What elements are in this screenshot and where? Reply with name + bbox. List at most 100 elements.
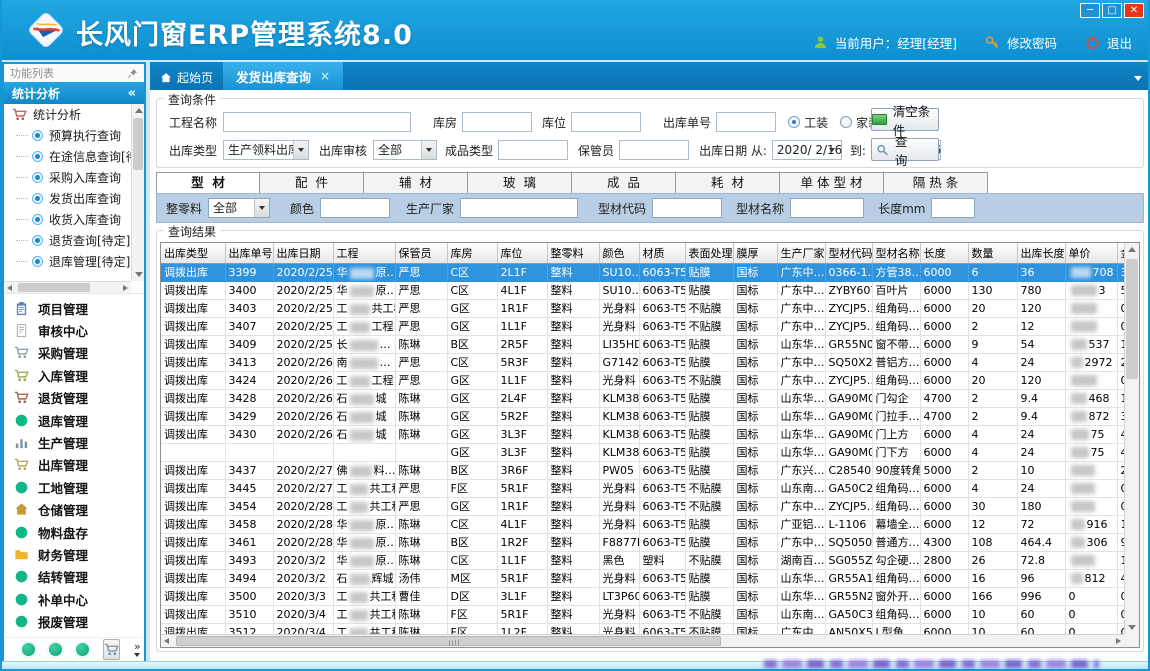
tree-item[interactable]: 收货入库查询	[4, 209, 144, 230]
column-header[interactable]: 长度	[920, 243, 968, 263]
outbound-audit-select[interactable]: 全部	[373, 140, 437, 160]
column-header[interactable]: 颜色	[599, 243, 639, 263]
location-input[interactable]	[571, 112, 641, 132]
table-row[interactable]: 调拨出库34292020/2/26石城陈琳G区5R2F整料KLM38176063…	[161, 407, 1124, 425]
material-tab-4[interactable]: 成 品	[572, 172, 676, 194]
sidebar-section[interactable]: 补单中心	[4, 588, 144, 610]
table-row[interactable]: 调拨出库34372020/2/27佛料…陈琳B区3R6F整料PW056063-T…	[161, 461, 1124, 479]
tree-item[interactable]: 预算执行查询	[4, 125, 144, 146]
keeper-input[interactable]	[619, 140, 689, 160]
table-row[interactable]: 调拨出库33992020/2/25华原…严思C区2L1F整料SU10…6063-…	[161, 263, 1124, 281]
whole-part-select[interactable]: 全部	[208, 198, 270, 218]
length-input[interactable]	[931, 198, 975, 218]
table-row[interactable]: 调拨出库34002020/2/25华原…严思C区4L1F整料SU10…6063-…	[161, 281, 1124, 299]
search-button[interactable]: 查 询	[871, 138, 939, 161]
column-header[interactable]: 库位	[497, 243, 547, 263]
sidebar-section[interactable]: 结转管理	[4, 566, 144, 588]
chevron-down-icon[interactable]	[421, 141, 436, 159]
chevron-down-icon[interactable]	[293, 141, 308, 159]
material-tab-6[interactable]: 单 体 型 材	[780, 172, 884, 194]
material-tab-5[interactable]: 耗 材	[676, 172, 780, 194]
table-row[interactable]: 调拨出库34932020/3/2华原…陈琳C区1L1F整料黑色塑料不贴膜国标湖南…	[161, 551, 1124, 569]
table-row[interactable]: 调拨出库35102020/3/4工共工程陈琳F区5R1F整料光身料6063-T5…	[161, 605, 1124, 623]
date-from-picker[interactable]: 2020/ 2/16	[772, 140, 842, 160]
table-row[interactable]: 调拨出库34452020/2/27工共工程严思F区5R1F整料光身料6063-T…	[161, 479, 1124, 497]
project-name-input[interactable]	[223, 112, 411, 132]
table-row[interactable]: 调拨出库35122020/3/4工共工程陈琳F区1L2F整料光身料6063-T5…	[161, 623, 1124, 634]
minimize-button[interactable]: ─	[1080, 3, 1100, 18]
column-header[interactable]: 整零料	[547, 243, 599, 263]
column-header[interactable]: 表面处理	[685, 243, 733, 263]
material-tab-2[interactable]: 辅 材	[364, 172, 468, 194]
overflow-control[interactable]: »	[134, 643, 141, 657]
chevron-down-icon[interactable]	[254, 199, 269, 217]
table-row[interactable]: 调拨出库34132020/2/26南…严思C区5R3F整料G714226063-…	[161, 353, 1124, 371]
material-tab-0[interactable]: 型 材	[156, 172, 260, 194]
outbound-type-select[interactable]: 生产领料出库	[223, 140, 309, 160]
profile-name-input[interactable]	[790, 198, 864, 218]
column-header[interactable]: 金额	[1117, 243, 1124, 263]
tree-horizontal-scrollbar[interactable]	[4, 281, 131, 293]
chevron-down-icon[interactable]	[826, 141, 841, 159]
warehouse-input[interactable]	[462, 112, 532, 132]
tree-item[interactable]: 发货出库查询	[4, 188, 144, 209]
quick-dot-icon[interactable]	[22, 643, 35, 656]
sidebar-section[interactable]: 财务管理	[4, 543, 144, 565]
radio-gongzhuang[interactable]: 工装	[788, 114, 828, 131]
overflow-chevrons[interactable]: »	[134, 643, 141, 651]
quick-dot-icon[interactable]	[49, 643, 62, 656]
table-row[interactable]: 调拨出库34282020/2/26石城陈琳G区2L4F整料KLM38176063…	[161, 389, 1124, 407]
material-tab-1[interactable]: 配 件	[260, 172, 364, 194]
sidebar-section[interactable]: 出库管理	[4, 454, 144, 476]
table-row[interactable]: 调拨出库34302020/2/26石城陈琳G区3L3F整料KLM38176063…	[161, 425, 1124, 443]
group-header-statistics[interactable]: 统计分析 «	[4, 82, 144, 104]
table-row[interactable]: 调拨出库34072020/2/25工工程严思G区1L1F整料光身料6063-T5…	[161, 317, 1124, 335]
column-header[interactable]: 出库类型	[161, 243, 225, 263]
column-header[interactable]: 工程	[333, 243, 395, 263]
column-header[interactable]: 单价	[1065, 243, 1117, 263]
column-header[interactable]: 保管员	[395, 243, 447, 263]
order-no-input[interactable]	[716, 112, 776, 132]
grid-horizontal-scrollbar[interactable]	[161, 634, 1124, 647]
table-row[interactable]: 调拨出库34542020/2/28工共工程严思G区1R1F整料光身料6063-T…	[161, 497, 1124, 515]
material-tab-3[interactable]: 玻 璃	[468, 172, 572, 194]
tree-item[interactable]: 在途信息查询[待	[4, 146, 144, 167]
column-header[interactable]: 库房	[447, 243, 497, 263]
maximize-button[interactable]: □	[1102, 3, 1122, 18]
sidebar-section[interactable]: 物料盘存	[4, 521, 144, 543]
table-row[interactable]: 调拨出库35002020/3/3工共工程曹佳D区3L1F整料LT3P606063…	[161, 587, 1124, 605]
column-header[interactable]: 数量	[968, 243, 1017, 263]
tree-item[interactable]: 采购入库查询	[4, 167, 144, 188]
product-type-input[interactable]	[498, 140, 568, 160]
table-row[interactable]: 调拨出库34582020/2/28华原…陈琳C区4L1F整料光身料6063-T5…	[161, 515, 1124, 533]
tree-vertical-scrollbar[interactable]	[131, 104, 144, 281]
pin-icon[interactable]	[127, 68, 138, 79]
column-header[interactable]: 型材名称	[872, 243, 920, 263]
column-header[interactable]: 出库单号	[225, 243, 273, 263]
sidebar-section[interactable]: 退货管理	[4, 387, 144, 409]
cart-shortcut-button[interactable]	[103, 639, 120, 660]
tree-item[interactable]: 退库管理[待定]	[4, 251, 144, 272]
table-row[interactable]: 调拨出库34032020/2/25工共工程严思G区1R1F整料光身料6063-T…	[161, 299, 1124, 317]
table-row[interactable]: 调拨出库34242020/2/26工工程严思G区1L1F整料光身料6063-T5…	[161, 371, 1124, 389]
column-header[interactable]: 材质	[639, 243, 685, 263]
column-header[interactable]: 生产厂家	[777, 243, 825, 263]
column-header[interactable]: 膜厚	[733, 243, 777, 263]
maker-input[interactable]	[460, 198, 578, 218]
table-row[interactable]: 调拨出库34612020/2/28华原…陈琳B区1R2F整料F8877FT606…	[161, 533, 1124, 551]
sidebar-section[interactable]: 项目管理	[4, 297, 144, 319]
column-header[interactable]: 型材代码	[825, 243, 872, 263]
table-row[interactable]: 调拨出库34942020/3/2石辉城汤伟M区5R1F整料光身料6063-T5贴…	[161, 569, 1124, 587]
sidebar-section[interactable]: 生产管理	[4, 431, 144, 453]
close-button[interactable]: ✕	[1124, 3, 1144, 18]
change-password-link[interactable]: 修改密码	[1007, 33, 1057, 52]
column-header[interactable]: 出库长度	[1017, 243, 1065, 263]
clear-conditions-button[interactable]: 清空条件	[871, 108, 939, 131]
tab-close-icon[interactable]: ×	[320, 69, 330, 83]
logout-link[interactable]: 退出	[1107, 33, 1132, 52]
table-row[interactable]: G区3L3F整料KLM38176063-T5贴膜国标山东华…GA90M09.门下…	[161, 443, 1124, 461]
sidebar-section[interactable]: 仓储管理	[4, 499, 144, 521]
sidebar-section[interactable]: 退库管理	[4, 409, 144, 431]
material-tab-7[interactable]: 隔 热 条	[884, 172, 988, 194]
tab-shipment-query[interactable]: 发货出库查询 ×	[223, 62, 343, 90]
